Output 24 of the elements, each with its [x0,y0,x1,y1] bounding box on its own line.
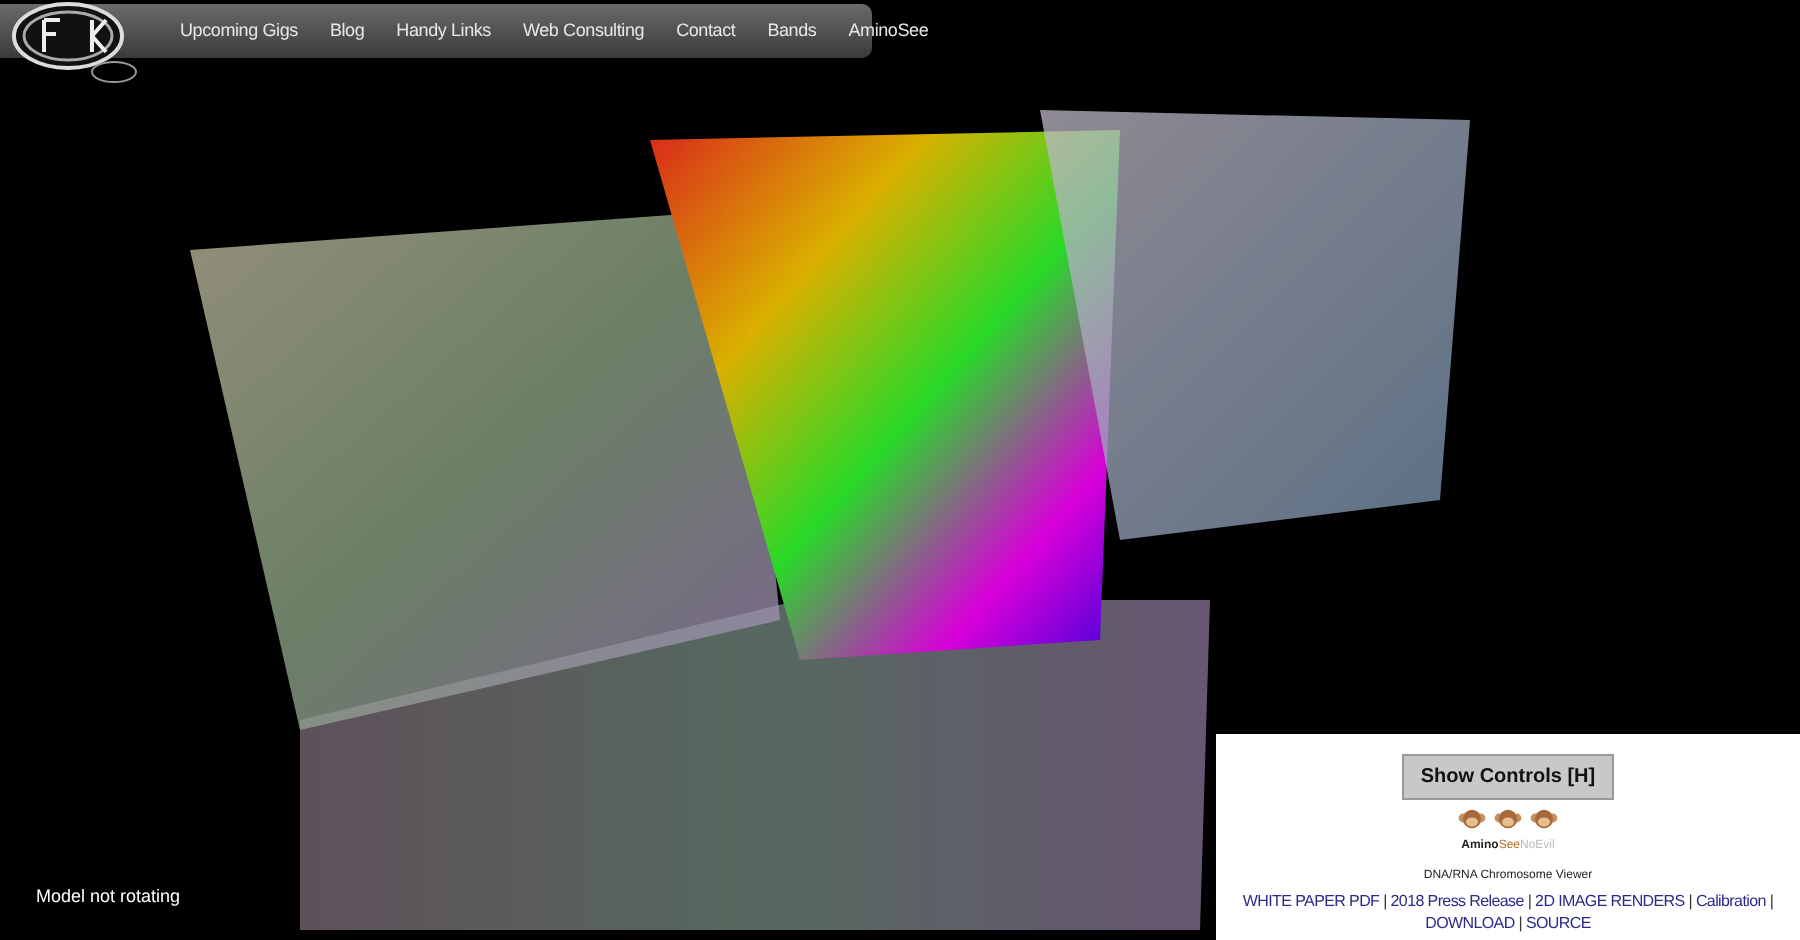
footer-link[interactable]: WHITE PAPER PDF [1242,892,1380,911]
nav-link[interactable]: Bands [767,17,817,45]
monkey-icon [1530,808,1558,831]
footer-link[interactable]: Calibration [1695,892,1766,911]
logo-icon[interactable] [8,0,140,84]
footer-link[interactable]: DOWNLOAD [1425,913,1515,932]
nav-link[interactable]: Blog [329,17,365,45]
nav-link[interactable]: Contact [676,17,736,45]
nav-link[interactable]: Handy Links [396,17,491,45]
separator: | [1381,892,1389,911]
nav-link[interactable]: AminoSee [848,17,929,45]
separator: | [1686,892,1695,911]
show-controls-button[interactable]: Show Controls [H] [1402,754,1614,801]
footer-link[interactable]: SOURCE [1525,913,1591,932]
monkey-icon [1458,808,1486,831]
monkey-icon [1494,808,1522,831]
nav-link[interactable]: Upcoming Gigs [180,17,298,45]
status-text: Model not rotating [36,884,181,910]
separator: | [1525,892,1534,911]
nav-link[interactable]: Web Consulting [522,17,645,45]
footer-link[interactable]: 2018 Press Release [1390,892,1524,911]
footer-link[interactable]: 2D IMAGE RENDERS [1535,892,1685,911]
separator: | [1767,892,1774,911]
separator: | [1516,913,1525,932]
